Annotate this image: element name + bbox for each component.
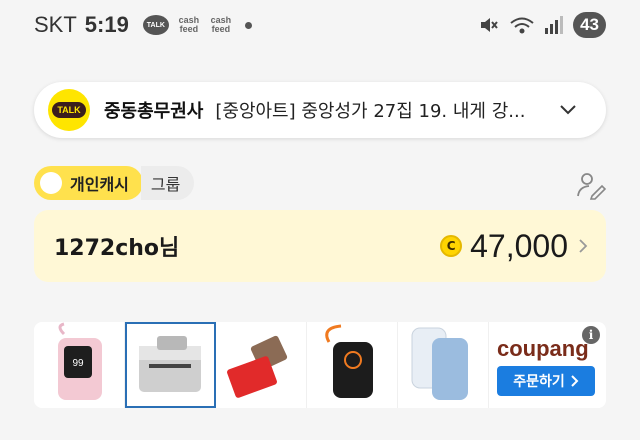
more-notifications-dot-icon [244,21,252,29]
chevron-right-icon [579,239,588,253]
expand-chevron-icon[interactable] [559,104,577,116]
status-right: 43 [478,12,606,38]
kakaotalk-notification-icon: TALK [142,15,169,35]
coupang-logo: coupang [497,336,589,361]
grey-printer-image [139,336,201,392]
svg-text:99: 99 [72,358,84,369]
coin-icon: C [440,235,463,257]
signal-icon [545,16,564,34]
clock: 5:19 [84,12,129,37]
red-card-case-image [227,335,288,398]
tab-group-label: 그룹 [150,175,181,194]
tab-personal-cash[interactable]: 개인캐시 [34,166,143,200]
cashfeed-icon: cash feed [178,15,200,34]
chevron-right-icon [571,375,579,387]
cash-tabs: 개인캐시 그룹 [34,166,195,200]
mute-icon [481,18,498,32]
cash-balance-card[interactable]: 1272cho님 C 47,000 [34,210,606,282]
notification-message: [중앙아트] 중앙성가 27집 19. 내게 강... [215,101,526,122]
ad-product-blue-powerbank[interactable] [398,322,489,408]
blue-powerbank-image [411,327,468,400]
order-button-label: 주문하기 [513,374,565,390]
ad-product-black-powerbank[interactable] [307,322,398,408]
status-bar: SKT 5:19 TALK cash feed cash feed 43 [0,0,640,52]
username: 1272cho님 [54,236,180,261]
ad-info-icon[interactable]: i [582,326,600,344]
ad-product-pink-powerbank[interactable]: 99 [34,322,125,408]
carrier-label: SKT [34,12,77,37]
cash-balance: C 47,000 [440,210,588,282]
tab-personal-cash-label: 개인캐시 [70,175,129,194]
toggle-knob [40,172,62,194]
battery-indicator: 43 [573,12,606,38]
kakaotalk-notification[interactable]: TALK 중동총무권사 [중앙아트] 중앙성가 27집 19. 내게 강... [34,82,606,138]
cashfeed-icon-2: cash feed [210,15,232,34]
edit-profile-icon[interactable] [576,170,606,200]
kakaotalk-logo-icon: TALK [48,89,90,131]
ad-product-red-card-case[interactable] [216,322,307,408]
status-left: SKT 5:19 TALK cash feed cash feed [34,12,252,38]
pink-powerbank-image: 99 [58,322,102,400]
ad-banner[interactable]: 99 coupang 주문하기 i [34,322,606,408]
notification-sender: 중동총무권사 [104,101,204,122]
coupang-ad[interactable]: coupang 주문하기 i [489,322,606,408]
order-button[interactable]: 주문하기 [497,366,595,396]
black-powerbank-image [325,324,373,398]
cash-amount: 47,000 [470,227,568,264]
tab-group[interactable]: 그룹 [140,166,195,200]
wifi-icon [510,17,534,34]
ad-product-grey-printer[interactable] [125,322,216,408]
